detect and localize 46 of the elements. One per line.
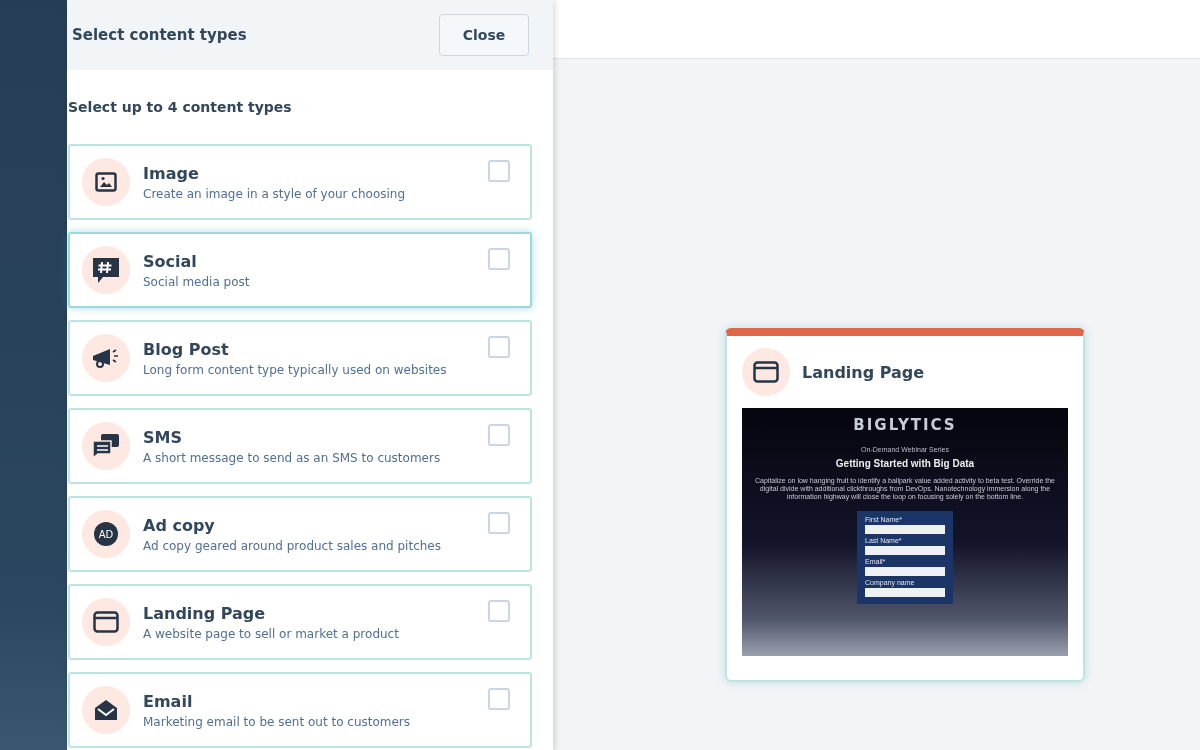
image-icon <box>95 172 117 192</box>
checkbox[interactable] <box>488 248 510 270</box>
content-type-title: SMS <box>143 427 183 447</box>
content-type-title: Social <box>143 251 198 271</box>
chat-bubbles-icon <box>92 433 120 459</box>
content-type-card[interactable]: Blog Post Long form content type typically used on websites <box>68 320 532 396</box>
panel-title: Select content types <box>72 26 247 44</box>
input-field[interactable] <box>865 588 945 597</box>
checkbox[interactable] <box>488 600 510 622</box>
close-button[interactable]: Close <box>439 14 529 56</box>
input-field[interactable] <box>865 525 945 534</box>
logo-text: BIGLYTICS <box>853 416 957 434</box>
content-type-description: Social media post <box>143 274 251 289</box>
content-type-title: Email <box>143 691 194 711</box>
content-type-title: Blog Post <box>143 339 230 359</box>
browser-window-icon <box>93 611 119 633</box>
content-type-description: A short message to send as an SMS to customers <box>143 450 442 465</box>
preview-card-title: Landing Page <box>802 362 925 382</box>
instruction-text: Select up to 4 content types <box>67 98 293 115</box>
content-type-card[interactable]: AD Ad copy Ad copy geared around product sales and pitches <box>68 496 532 572</box>
megaphone-icon <box>91 347 121 369</box>
content-type-title: Image <box>143 163 200 183</box>
hashtag-bubble-icon <box>91 255 121 285</box>
content-type-description: Create an image in a style of your choosing <box>143 186 407 201</box>
content-type-title: Landing Page <box>143 603 267 623</box>
input-field[interactable] <box>865 546 945 555</box>
checkbox[interactable] <box>488 424 510 446</box>
content-type-card[interactable]: Landing Page A website page to sell or market a product <box>68 584 532 660</box>
content-type-card[interactable]: Social Social media post <box>68 232 532 308</box>
content-type-card[interactable]: Email Marketing email to be sent out to customers <box>68 672 532 748</box>
checkbox[interactable] <box>488 688 510 710</box>
checkbox[interactable] <box>488 336 510 358</box>
browser-window-icon <box>753 361 779 383</box>
content-type-card[interactable]: SMS A short message to send as an SMS to customers <box>68 408 532 484</box>
content-type-description: Marketing email to be sent out to customers <box>143 714 412 729</box>
input-field[interactable] <box>865 567 945 576</box>
envelope-icon <box>93 698 119 722</box>
content-type-description: Ad copy geared around product sales and pitches <box>143 538 442 553</box>
content-type-card[interactable]: Image Create an image in a style of your choosing <box>68 144 532 220</box>
preview-heading: Getting Started with Big Data <box>835 458 975 469</box>
content-type-description: Long form content type typically used on websites <box>143 362 448 377</box>
ad-badge-icon: AD <box>94 522 118 546</box>
checkbox[interactable] <box>488 512 510 534</box>
checkbox[interactable] <box>488 160 510 182</box>
content-type-title: Ad copy <box>143 515 216 535</box>
content-type-description: A website page to sell or market a product <box>143 626 400 641</box>
